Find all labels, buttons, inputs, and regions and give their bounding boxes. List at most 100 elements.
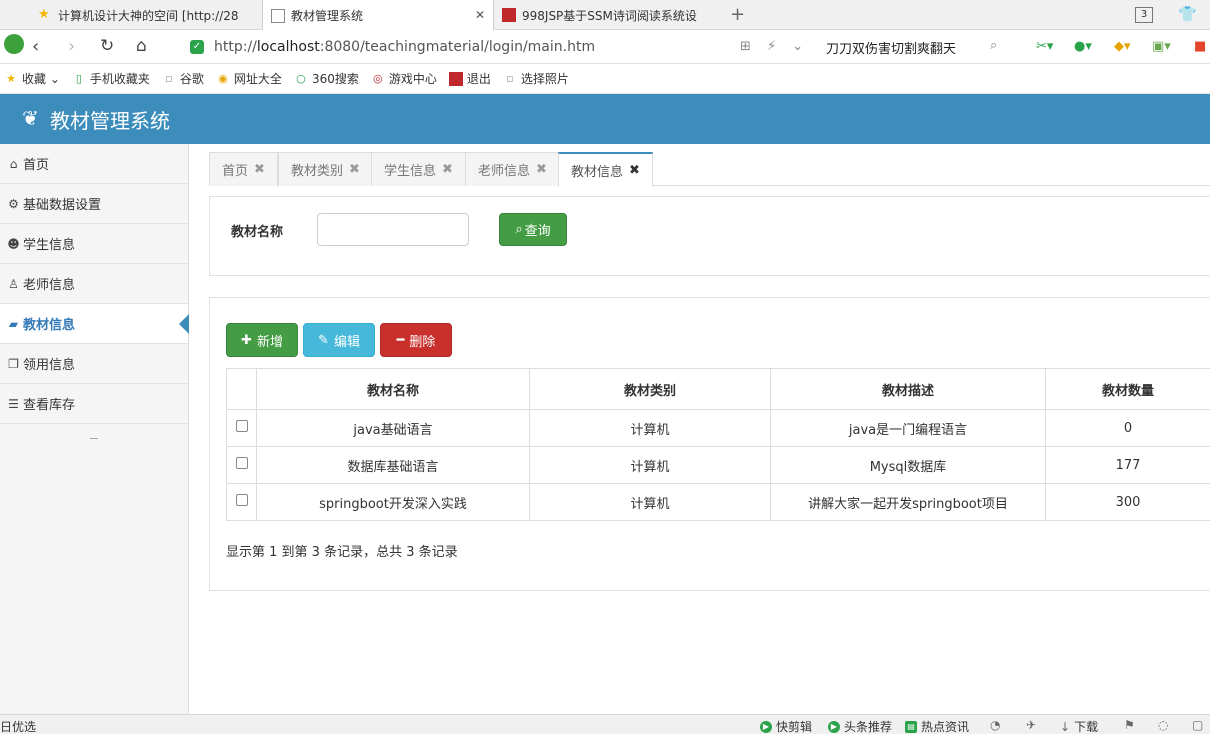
bookmark-sites[interactable]: ◉ 网址大全 [216,70,282,87]
bookmark-photos[interactable]: ▫ 选择照片 [503,70,569,87]
table-row[interactable]: java基础语言 计算机 java是一门编程语言 0 [226,409,1210,447]
search-label: 教材名称 [231,225,284,240]
material-name-input[interactable] [317,213,469,246]
browser-status-bar: 日优选 ▶ 快剪辑 ▶ 头条推荐 ▤ 热点资讯 ◔ ✈ ↓ 下载 ⚑ ◌ ▢ [0,714,1210,734]
translate-icon[interactable]: ●▾ [1074,39,1092,54]
add-button-label: 新增 [256,334,283,350]
search-suggestion[interactable]: 刀刀双伤害切割爽翻天 [826,38,956,57]
row-checkbox[interactable] [235,457,248,469]
tab-material-category[interactable]: 教材类别 ✖ [278,152,373,186]
tab-teachers[interactable]: 老师信息 ✖ [465,152,560,186]
column-header-description[interactable]: 教材描述 [770,368,1046,410]
book-icon: ▰ [8,316,19,331]
sidebar-item-label: 首页 [23,158,50,173]
cell-quantity: 177 [1045,446,1210,484]
shield-coin-icon[interactable]: ◆▾ [1114,39,1131,54]
leaf-icon: ❦ [22,106,39,130]
close-icon[interactable]: ✖ [536,162,547,177]
sidebar-item-teachers[interactable]: ♙ 老师信息 [0,264,188,304]
status-label: 下载 [1074,720,1099,734]
edit-button[interactable]: ✎ 编辑 [303,323,375,357]
apps-icon[interactable]: ■ [1194,39,1206,54]
tab-materials[interactable]: 教材信息 ✖ [558,152,653,187]
close-icon[interactable]: ✖ [442,162,453,177]
cell-description: java是一门编程语言 [770,409,1046,447]
select-all-cell[interactable] [226,368,257,410]
status-shield-icon[interactable]: ✈ [1026,718,1036,732]
sidebar-item-students[interactable]: ☻ 学生信息 [0,224,188,264]
skin-icon[interactable]: 👕 [1178,5,1197,23]
bookmark-google[interactable]: ▫ 谷歌 [162,70,204,87]
bookmark-mobile[interactable]: ▯ 手机收藏夹 [72,70,150,87]
delete-button[interactable]: ━ 删除 [380,323,452,357]
column-header-name[interactable]: 教材名称 [256,368,530,410]
row-checkbox[interactable] [235,494,248,506]
new-tab-button[interactable]: + [730,4,745,25]
url-host: localhost [256,39,320,55]
home-icon[interactable]: ⌂ [136,36,147,56]
status-download[interactable]: ↓ 下载 [1060,718,1098,734]
page-icon: ▫ [165,71,173,85]
row-checkbox-cell[interactable] [226,409,257,447]
add-button[interactable]: ✚ 新增 [226,323,298,357]
tab-count[interactable]: 3 [1135,7,1153,23]
table-row[interactable]: 数据库基础语言 计算机 Mysql数据库 177 [226,446,1210,484]
picture-icon[interactable]: ▣▾ [1152,39,1171,54]
sidebar-item-inventory[interactable]: ☰ 查看库存 [0,384,188,424]
bookmark-360[interactable]: ○ 360搜索 [294,70,359,87]
close-icon[interactable]: ✖ [349,162,360,177]
column-header-quantity[interactable]: 教材数量 [1045,368,1210,410]
status-window-icon[interactable]: ▢ [1192,718,1203,732]
scissors-icon[interactable]: ✂▾ [1036,39,1053,54]
browser-tab-3[interactable]: 998JSP基于SSM诗词阅读系统设 [494,0,724,30]
bookmark-games[interactable]: ◎ 游戏中心 [371,70,437,87]
globe-icon: ◉ [218,71,228,85]
status-speed-icon[interactable]: ◔ [990,718,1000,732]
reload-icon[interactable]: ↻ [100,36,114,56]
status-headlines[interactable]: ▶ 头条推荐 [828,718,892,734]
sidebar-item-basic-settings[interactable]: ⚙ 基础数据设置 [0,184,188,224]
close-icon[interactable]: ✖ [254,162,265,177]
url-field[interactable]: ✓ http://localhost:8080/teachingmaterial… [190,35,810,59]
edit-icon: ✎ [318,332,329,348]
column-header-category[interactable]: 教材类别 [529,368,771,410]
news-icon: ▤ [905,720,917,733]
bookmark-exit[interactable]: 退出 [448,70,491,87]
sidebar-item-home[interactable]: ⌂ 首页 [0,144,188,184]
forward-icon[interactable]: › [68,36,75,57]
query-button[interactable]: ⌕ 查询 [499,213,567,246]
download-icon: ↓ [1060,719,1071,734]
tab-home[interactable]: 首页 ✖ [209,152,278,186]
status-left-text[interactable]: 日优选 [0,718,36,734]
row-checkbox-cell[interactable] [226,483,257,521]
tab-students[interactable]: 学生信息 ✖ [371,152,466,186]
tab-label: 学生信息 [384,164,437,179]
status-quick-edit[interactable]: ▶ 快剪辑 [760,718,812,734]
bookmark-favorites[interactable]: ★ 收藏 ⌄ [4,70,60,87]
sidebar-item-label: 领用信息 [23,358,76,373]
sidebar-item-requisitions[interactable]: ❐ 领用信息 [0,344,188,384]
address-tools-icon[interactable]: ⊞ ⚡ ⌄ [740,39,809,54]
query-button-label: 查询 [524,224,551,239]
search-icon[interactable]: ⌕ [990,38,997,53]
sidebar-item-label: 查看库存 [23,398,76,413]
table-row[interactable]: springboot开发深入实践 计算机 讲解大家一起开发springboot项… [226,483,1210,521]
status-flag-icon[interactable]: ⚑ [1124,718,1135,732]
users-icon: ☻ [7,236,20,251]
star-icon: ★ [38,7,50,22]
row-checkbox-cell[interactable] [226,446,257,484]
status-hot-news[interactable]: ▤ 热点资讯 [905,718,969,734]
browser-tab-2[interactable]: 教材管理系统 ✕ [262,0,494,31]
browser-tab-1[interactable]: ★ 计算机设计大神的空间 [http://28 [30,0,262,30]
search-360-icon: ○ [296,71,306,85]
browser-logo-icon[interactable] [4,34,24,59]
back-icon[interactable]: ‹ [32,36,39,57]
close-tab-icon[interactable]: ✕ [475,8,485,22]
bookmark-label: 收藏 [22,72,47,86]
status-ie-icon[interactable]: ◌ [1158,718,1168,732]
row-checkbox[interactable] [235,420,248,432]
sidebar-item-materials[interactable]: ▰ 教材信息 [0,304,189,344]
sidebar-collapse-handle[interactable] [90,438,98,439]
close-icon[interactable]: ✖ [629,163,640,178]
edit-button-label: 编辑 [333,334,360,350]
